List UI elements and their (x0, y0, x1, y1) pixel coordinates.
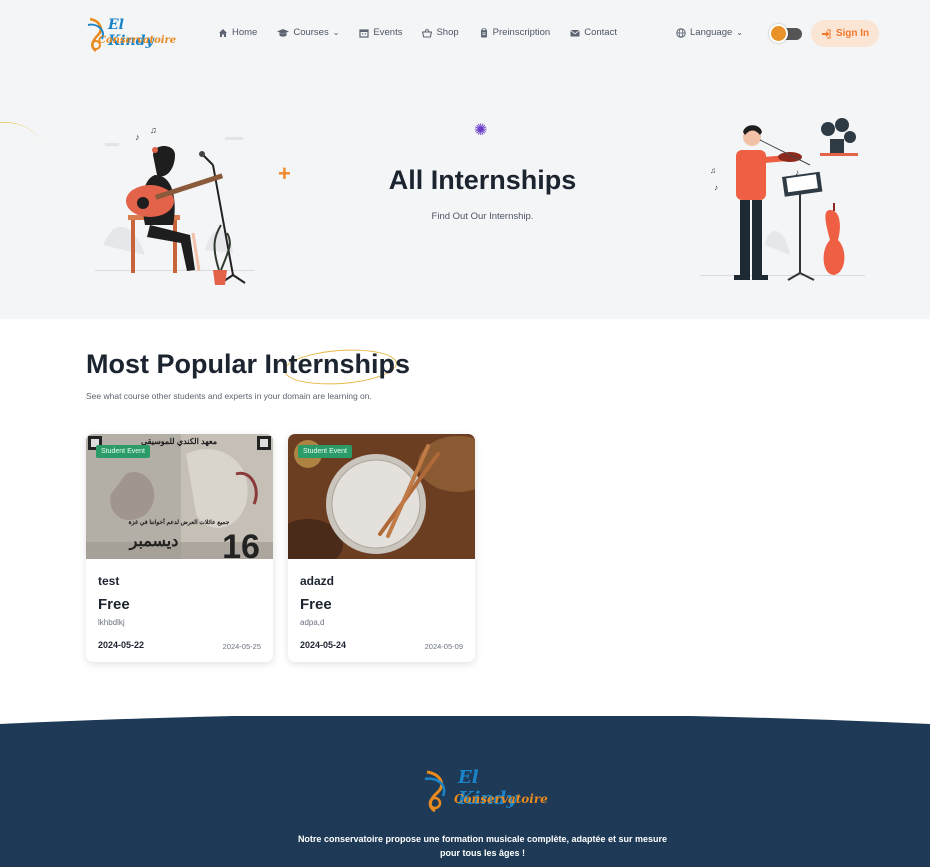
nav-shop[interactable]: Shop (422, 27, 459, 38)
card-description: adpa,d (300, 618, 325, 627)
nav-contact-label: Contact (584, 27, 617, 38)
card-price: Free (300, 596, 332, 613)
nav-contact[interactable]: Contact (570, 27, 617, 38)
sun-icon (769, 24, 788, 43)
section-title: Most Popular Internships (86, 349, 411, 379)
category-badge: Student Event (298, 445, 352, 458)
star-decoration-icon: ✺ (474, 122, 488, 139)
nav-courses-label: Courses (293, 27, 329, 38)
violinist-illustration: ♫ ♪ ♪ (700, 118, 865, 281)
graduation-cap-icon (277, 28, 290, 37)
clipboard-icon (480, 27, 487, 37)
chevron-down-icon: ⌄ (332, 28, 340, 37)
hero-banner: + ✺ ♪ ♫ All Internships Find Out Our Int… (0, 70, 930, 319)
calendar-icon (359, 28, 370, 38)
poster-day: 16 (222, 528, 260, 559)
logo-clef-icon (424, 770, 446, 813)
site-footer: El Kindy Conservatoire Notre conservatoi… (0, 716, 930, 867)
svg-text:♫: ♫ (710, 166, 716, 175)
nav-events-label: Events (373, 27, 403, 38)
svg-text:♫: ♫ (150, 125, 157, 135)
basket-icon (422, 28, 433, 38)
card-start-date: 2024-05-22 (98, 640, 145, 650)
guitarist-illustration: ♪ ♫ (95, 125, 255, 285)
card-title[interactable]: adazd (300, 574, 334, 588)
language-dropdown[interactable]: Language ⌄ (676, 27, 743, 38)
theme-toggle[interactable] (769, 24, 802, 43)
internship-card[interactable]: معهد الكندي للموسيقى جميع عائلات العرض ل… (86, 434, 273, 662)
brand-logo[interactable]: El Kindy Conservatoire (86, 15, 176, 55)
footer-logo[interactable]: El Kindy Conservatoire (422, 767, 548, 815)
card-start-date: 2024-05-24 (300, 640, 347, 650)
home-icon (219, 28, 227, 37)
card-end-date: 2024-05-09 (424, 642, 463, 651)
footer-description-line: pour tous les âges ! (439, 848, 526, 858)
footer-brand-subtitle: Conservatoire (454, 792, 548, 806)
nav-home-label: Home (232, 27, 258, 38)
svg-text:♪: ♪ (135, 132, 140, 142)
card-price: Free (98, 596, 130, 613)
nav-preinscription[interactable]: Preinscription (479, 27, 551, 38)
card-description: lkhbdlkj (98, 618, 125, 627)
nav-courses[interactable]: Courses ⌄ (277, 27, 339, 38)
nav-preinscription-label: Preinscription (492, 27, 551, 38)
nav-home[interactable]: Home (218, 27, 257, 38)
card-title[interactable]: test (98, 574, 119, 588)
poster-month: ديسمبر (129, 533, 179, 551)
footer-description-line: Notre conservatoire propose une formatio… (297, 834, 668, 844)
envelope-icon (570, 29, 580, 36)
footer-description: Notre conservatoire propose une formatio… (0, 832, 930, 860)
category-badge: Student Event (96, 445, 150, 458)
sign-in-icon (821, 29, 831, 38)
nav-shop-label: Shop (436, 27, 459, 38)
brand-subtitle: Conservatoire (98, 35, 177, 46)
chevron-down-icon: ⌄ (736, 28, 743, 37)
card-end-date: 2024-05-25 (222, 642, 261, 651)
sign-in-label: Sign In (835, 28, 870, 39)
main-nav: Home Courses ⌄ Events Shop Preinscriptio… (218, 27, 617, 38)
language-label: Language (690, 27, 733, 38)
globe-icon (676, 27, 686, 38)
internship-card[interactable]: Student Event adazd Free adpa,d 2024-05-… (288, 434, 475, 662)
section-subtitle: See what course other students and exper… (86, 391, 372, 401)
poster-heading: معهد الكندي للموسيقى (141, 437, 217, 447)
svg-text:♪: ♪ (714, 183, 718, 192)
site-header: El Kindy Conservatoire Home Courses ⌄ Ev… (0, 0, 930, 70)
nav-events[interactable]: Events (359, 27, 402, 38)
sign-in-button[interactable]: Sign In (811, 20, 879, 47)
